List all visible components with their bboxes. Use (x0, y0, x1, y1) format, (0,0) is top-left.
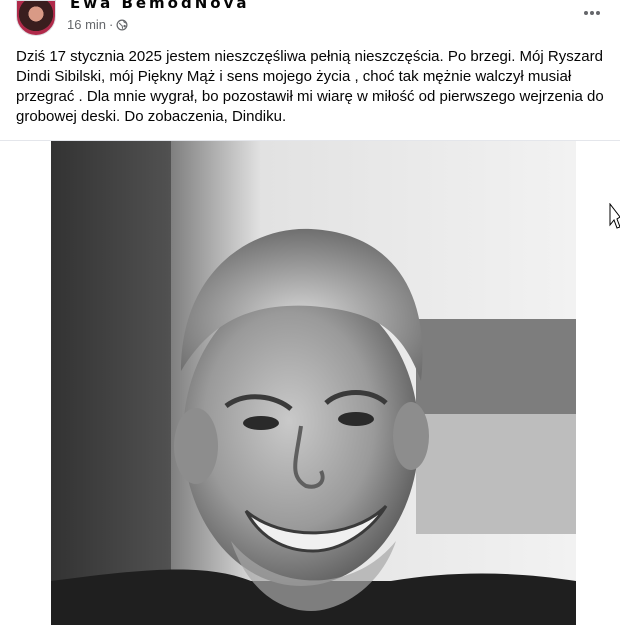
post-photo[interactable] (51, 141, 576, 625)
more-options-button[interactable] (580, 3, 604, 23)
mouse-cursor-icon (609, 203, 620, 229)
author-name[interactable]: Ewa BemodNova (70, 0, 250, 12)
author-avatar[interactable] (16, 0, 56, 36)
globe-icon[interactable] (116, 19, 128, 31)
more-horizontal-icon (584, 11, 600, 15)
portrait-image (51, 141, 576, 625)
post-text: Dziś 17 stycznia 2025 jestem nieszczęśli… (16, 48, 604, 125)
post-time[interactable]: 16 min (67, 17, 106, 32)
post-meta: 16 min · (67, 17, 128, 32)
meta-separator: · (109, 17, 114, 32)
facebook-post: Ewa BemodNova 16 min · Dziś 17 stycznia … (0, 0, 620, 625)
